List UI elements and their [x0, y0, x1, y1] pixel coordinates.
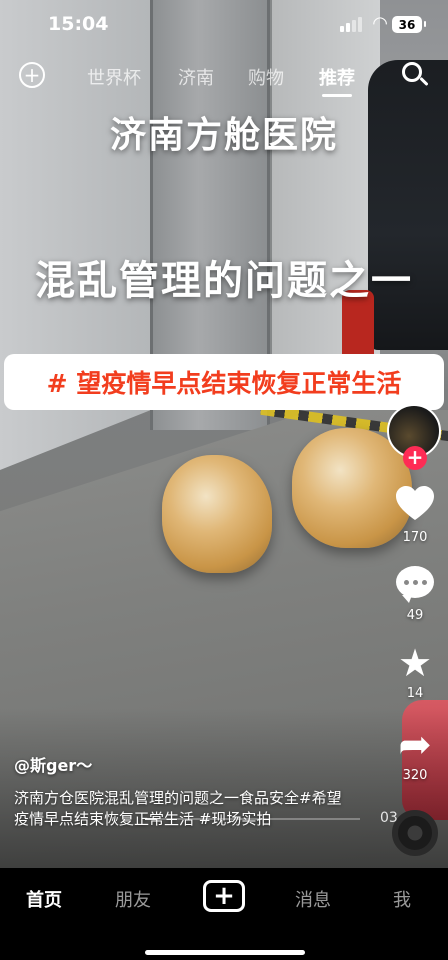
tab-jinan[interactable]: 济南 — [178, 64, 214, 90]
share-arrow-icon: ➦ — [398, 722, 432, 768]
tab-recommend[interactable]: 推荐 — [319, 64, 355, 90]
bottom-nav: 首页 朋友 + 消息 我 — [0, 868, 448, 960]
share-button[interactable]: ➦ 320 — [388, 722, 442, 783]
plus-circle-icon[interactable]: + — [19, 62, 45, 88]
star-icon: ★ — [397, 641, 433, 685]
author-name[interactable]: @斯ger～ — [14, 752, 92, 776]
music-disc-icon[interactable] — [392, 810, 438, 856]
video-scene-person — [368, 60, 448, 350]
active-tab-indicator — [322, 94, 352, 97]
comment-icon — [396, 566, 434, 603]
share-count: 320 — [402, 768, 428, 783]
follow-button[interactable]: + — [403, 446, 427, 470]
nav-messages[interactable]: 消息 — [295, 886, 331, 912]
post-description[interactable]: 济南方仓医院混乱管理的问题之一食品安全#希望疫情早点结束恢复正常生活 #现场实拍 — [14, 788, 354, 830]
nav-friends[interactable]: 朋友 — [115, 886, 151, 912]
comment-button[interactable]: 49 — [388, 566, 442, 623]
hashtag-banner[interactable]: # 望疫情早点结束恢复正常生活 — [4, 354, 444, 410]
video-progress-bar[interactable] — [145, 818, 360, 820]
battery-level: 36 — [398, 17, 416, 32]
video-progress-fill — [145, 818, 156, 820]
signal-icon — [340, 17, 362, 32]
battery-icon: 36 — [392, 16, 426, 33]
nav-home[interactable]: 首页 — [26, 886, 62, 912]
video-caption-subtitle: 混乱管理的问题之一 — [35, 258, 413, 304]
status-time: 15:04 — [48, 13, 109, 35]
video-duration: 03 — [380, 810, 398, 826]
tab-shopping[interactable]: 购物 — [248, 64, 284, 90]
tab-world-cup[interactable]: 世界杯 — [87, 64, 141, 90]
favorite-count: 14 — [406, 686, 424, 701]
search-icon[interactable] — [402, 62, 429, 88]
home-indicator — [145, 950, 305, 955]
video-scene-food-bag — [162, 455, 272, 573]
wifi-icon: ◠ — [372, 13, 388, 34]
heart-icon — [396, 486, 434, 520]
create-button[interactable]: + — [203, 880, 245, 912]
nav-me[interactable]: 我 — [393, 886, 411, 912]
favorite-button[interactable]: ★ 14 — [388, 644, 442, 701]
like-button[interactable]: 170 — [388, 486, 442, 545]
like-count: 170 — [402, 530, 428, 545]
status-bar: 15:04 ◠ 36 — [0, 0, 448, 50]
comment-count: 49 — [406, 608, 424, 623]
top-nav: + 世界杯 济南 购物 推荐 — [0, 58, 448, 98]
video-caption-title: 济南方舱医院 — [109, 115, 338, 156]
